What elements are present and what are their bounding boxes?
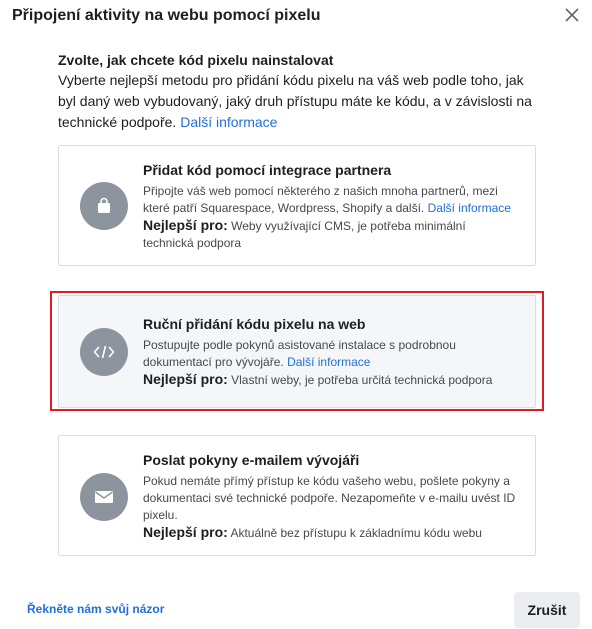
close-button[interactable] [560,3,584,27]
best-for-value: Aktuálně bez přístupu k základnímu kódu … [230,526,482,540]
learn-more-link[interactable]: Další informace [180,114,277,130]
feedback-link[interactable]: Řekněte nám svůj názor [27,602,164,616]
close-icon [565,8,579,22]
shopping-bag-icon [98,197,110,213]
option-email-developer[interactable]: Poslat pokyny e-mailem vývojáři Pokud ne… [58,435,536,556]
option-partner-integration[interactable]: Přidat kód pomocí integrace partnera Při… [58,145,536,266]
option-description: Připojte váš web pomocí některého z naši… [143,183,519,217]
intro-heading: Zvolte, jak chcete kód pixelu nainstalov… [58,52,334,68]
intro-section: Zvolte, jak chcete kód pixelu nainstalov… [58,50,538,133]
option-icon-circle [80,182,128,230]
option-icon-circle [80,473,128,521]
option-best-for: Nejlepší pro: Vlastní weby, je potřeba u… [143,371,519,389]
option-best-for: Nejlepší pro: Aktuálně bez přístupu k zá… [143,524,519,542]
intro-description: Vyberte nejlepší metodu pro přidání kódu… [58,70,538,133]
dialog-title: Připojení aktivity na webu pomocí pixelu [12,7,321,24]
best-for-label: Nejlepší pro: [143,217,228,233]
option-title: Poslat pokyny e-mailem vývojáři [143,452,360,468]
cancel-button[interactable]: Zrušit [514,592,580,628]
envelope-icon [95,491,113,503]
best-for-label: Nejlepší pro: [143,524,228,540]
option-learn-more-link[interactable]: Další informace [428,201,511,215]
option-description: Pokud nemáte přímý přístup ke kódu vašeh… [143,474,516,522]
option-body: Přidat kód pomocí integrace partnera Při… [143,161,519,252]
option-learn-more-link[interactable]: Další informace [287,355,370,369]
option-title: Přidat kód pomocí integrace partnera [143,162,392,178]
intro-description-text: Vyberte nejlepší metodu pro přidání kódu… [58,72,532,130]
option-best-for: Nejlepší pro: Weby využívající CMS, je p… [143,217,519,252]
best-for-label: Nejlepší pro: [143,371,228,387]
option-description: Postupujte podle pokynů asistované insta… [143,337,519,371]
option-body: Poslat pokyny e-mailem vývojáři Pokud ne… [143,451,519,542]
option-manual-install[interactable]: Ruční přidání kódu pixelu na web Postupu… [58,295,536,408]
option-body: Ruční přidání kódu pixelu na web Postupu… [143,315,519,389]
option-title: Ruční přidání kódu pixelu na web [143,316,366,332]
code-icon [93,345,115,359]
best-for-value: Vlastní weby, je potřeba určitá technick… [231,373,493,387]
option-icon-circle [80,328,128,376]
